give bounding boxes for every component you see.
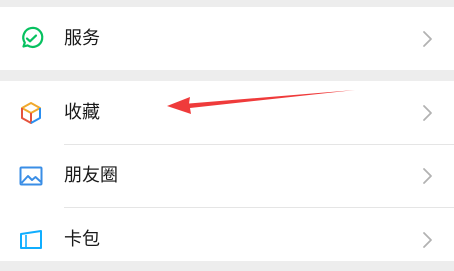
service-check-icon [17,25,45,53]
menu-item-favorites[interactable]: 收藏 [0,81,454,144]
menu-item-label: 卡包 [64,229,100,250]
menu-group-services: 服务 [0,7,454,70]
menu-item-label: 服务 [64,28,100,49]
image-icon [17,162,45,190]
cube-icon [17,99,45,127]
chevron-right-icon [422,167,434,185]
chevron-right-icon [422,104,434,122]
menu-group-main: 收藏 朋友圈 卡包 [0,81,454,261]
menu-item-label: 朋友圈 [64,165,118,186]
menu-item-label: 收藏 [64,102,100,123]
card-holder-icon [17,226,45,254]
chevron-right-icon [422,30,434,48]
chevron-right-icon [422,231,434,249]
menu-item-services[interactable]: 服务 [0,7,454,70]
menu-item-cards[interactable]: 卡包 [0,208,454,271]
menu-item-moments[interactable]: 朋友圈 [0,144,454,207]
top-separator [0,0,454,7]
